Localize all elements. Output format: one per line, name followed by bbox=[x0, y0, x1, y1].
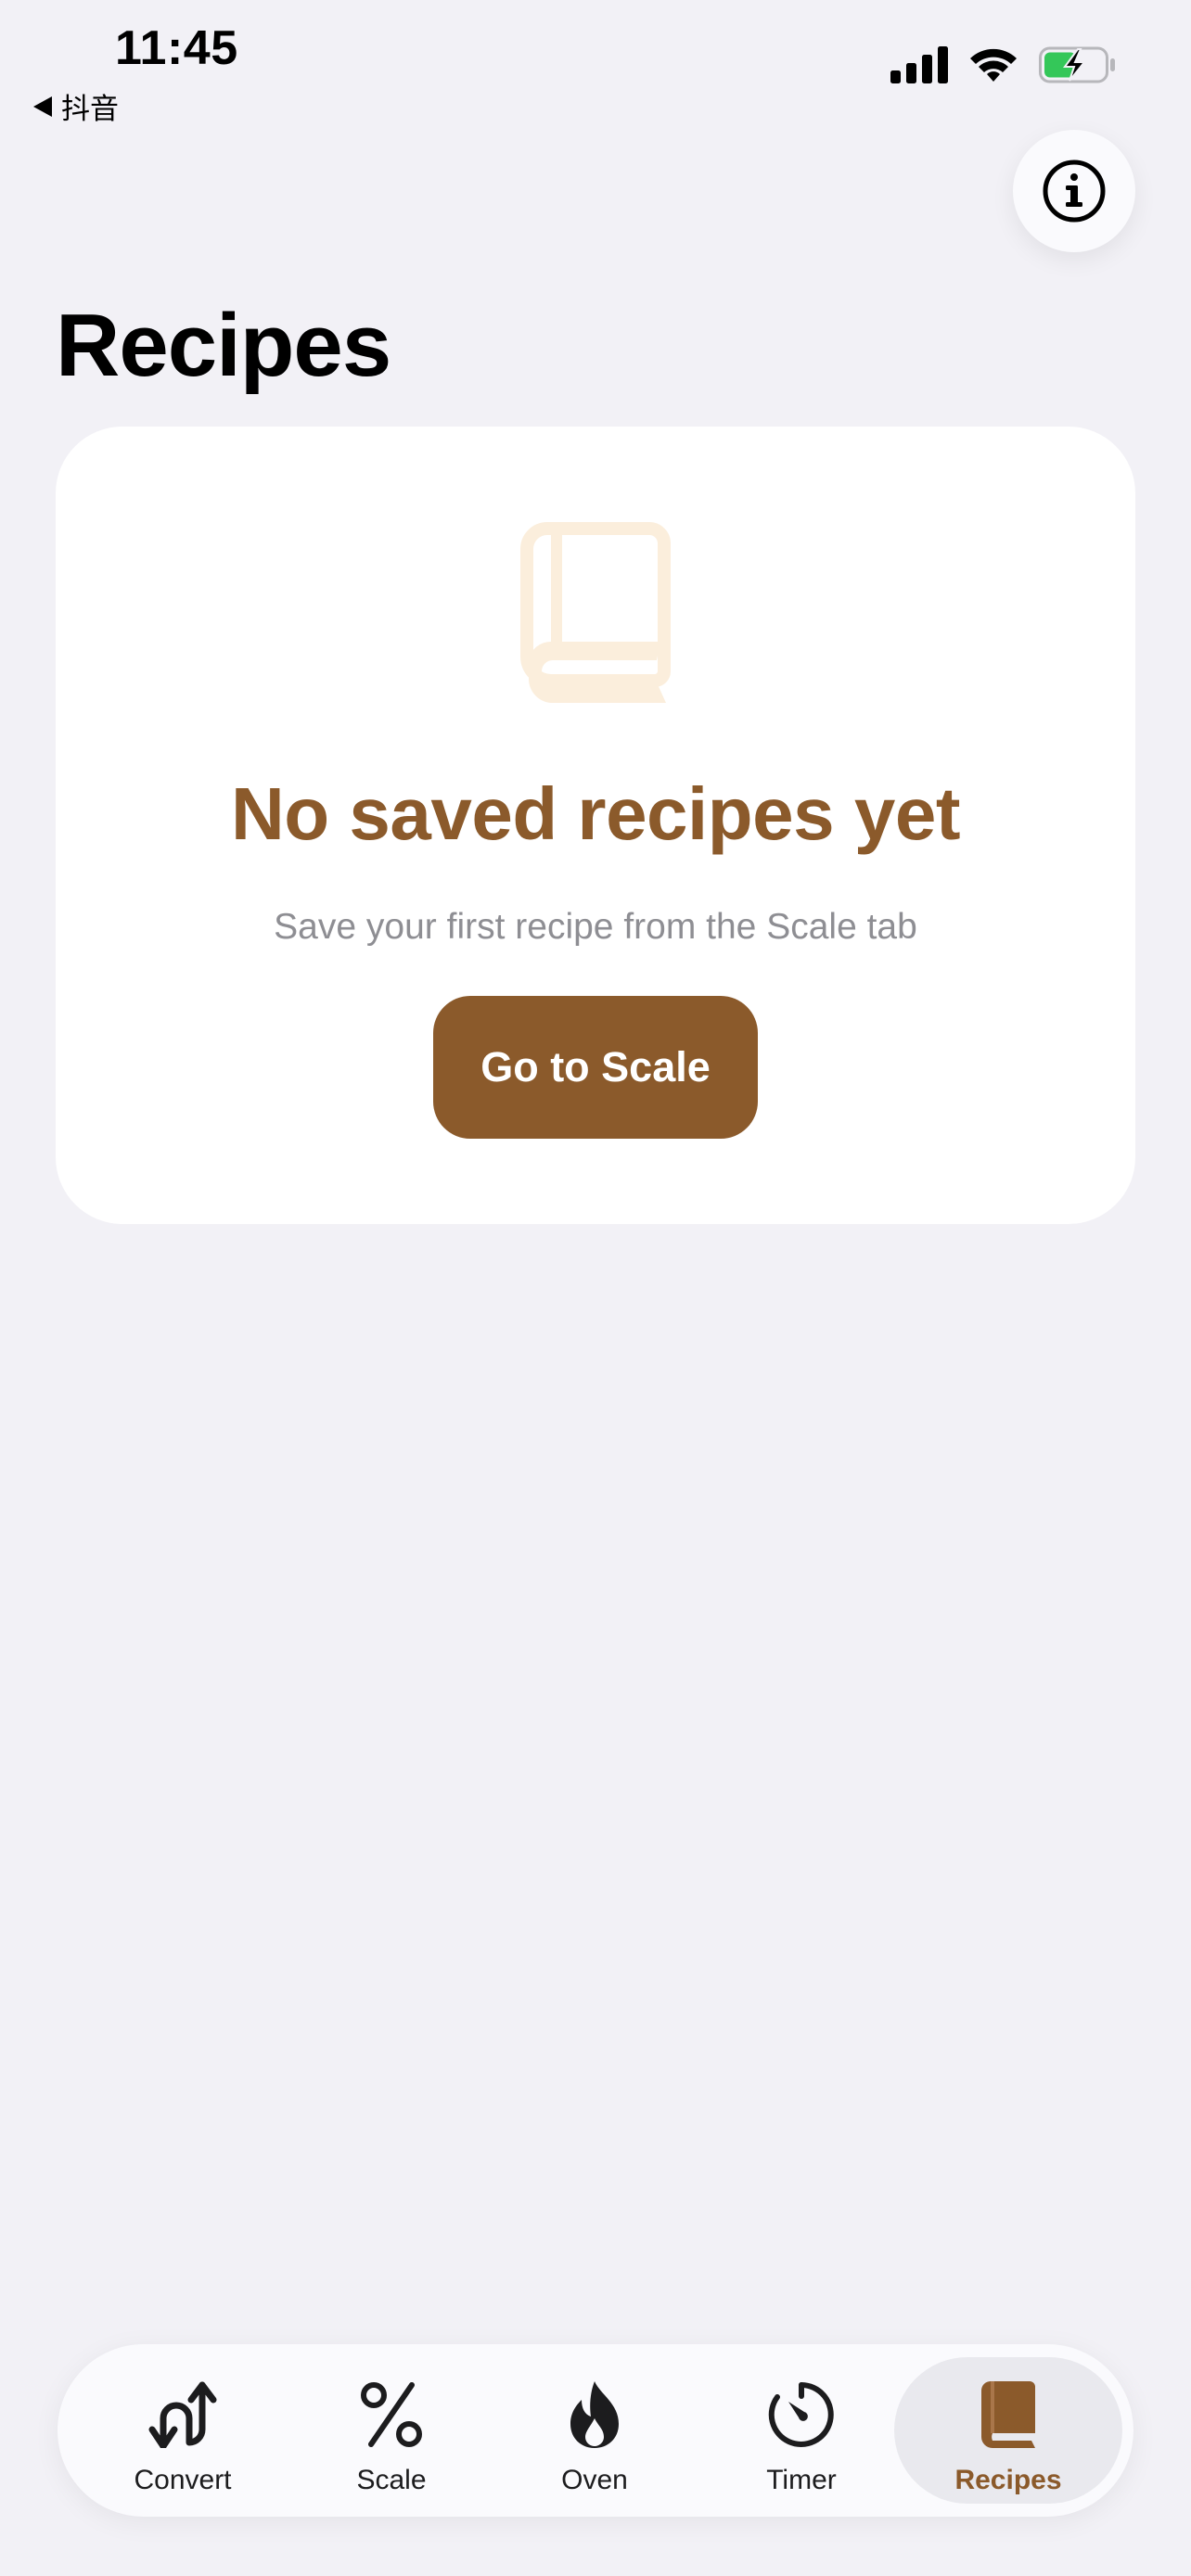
recipes-screen: 11:45 抖音 Recipes No saved recipes yet Sa… bbox=[0, 0, 1191, 2576]
info-button[interactable] bbox=[1013, 130, 1135, 252]
tab-timer[interactable]: Timer bbox=[699, 2344, 903, 2517]
back-triangle-icon bbox=[33, 96, 52, 117]
tab-recipes[interactable]: Recipes bbox=[894, 2357, 1122, 2504]
percent-icon bbox=[345, 2376, 438, 2454]
battery-charging-icon bbox=[1039, 46, 1115, 83]
empty-state-card: No saved recipes yet Save your first rec… bbox=[56, 427, 1135, 1224]
tab-label: Timer bbox=[766, 2465, 837, 2495]
status-icons bbox=[890, 46, 1117, 83]
tab-oven[interactable]: Oven bbox=[493, 2344, 697, 2517]
tab-bar: Convert Scale Oven Timer Recipes bbox=[58, 2344, 1133, 2517]
convert-arrows-icon bbox=[136, 2376, 229, 2454]
book-icon bbox=[520, 522, 671, 703]
flame-icon bbox=[548, 2376, 641, 2454]
cellular-signal-icon bbox=[890, 46, 948, 83]
back-app-label: 抖音 bbox=[61, 93, 119, 125]
status-time: 11:45 bbox=[115, 21, 238, 75]
empty-state-title: No saved recipes yet bbox=[231, 772, 960, 855]
tab-label: Scale bbox=[356, 2465, 427, 2495]
tab-scale[interactable]: Scale bbox=[289, 2344, 493, 2517]
empty-state-subtitle: Save your first recipe from the Scale ta… bbox=[274, 907, 917, 947]
tab-label: Recipes bbox=[954, 2465, 1062, 2495]
info-circle-icon bbox=[1043, 159, 1106, 223]
tab-convert[interactable]: Convert bbox=[81, 2344, 285, 2517]
page-title: Recipes bbox=[56, 296, 391, 395]
wifi-icon bbox=[970, 48, 1017, 82]
tab-label: Oven bbox=[561, 2465, 628, 2495]
timer-icon bbox=[755, 2376, 848, 2454]
back-to-app-button[interactable]: 抖音 bbox=[33, 85, 119, 127]
tab-label: Convert bbox=[134, 2465, 232, 2495]
book-icon bbox=[962, 2376, 1055, 2454]
go-to-scale-button[interactable]: Go to Scale bbox=[433, 996, 758, 1139]
